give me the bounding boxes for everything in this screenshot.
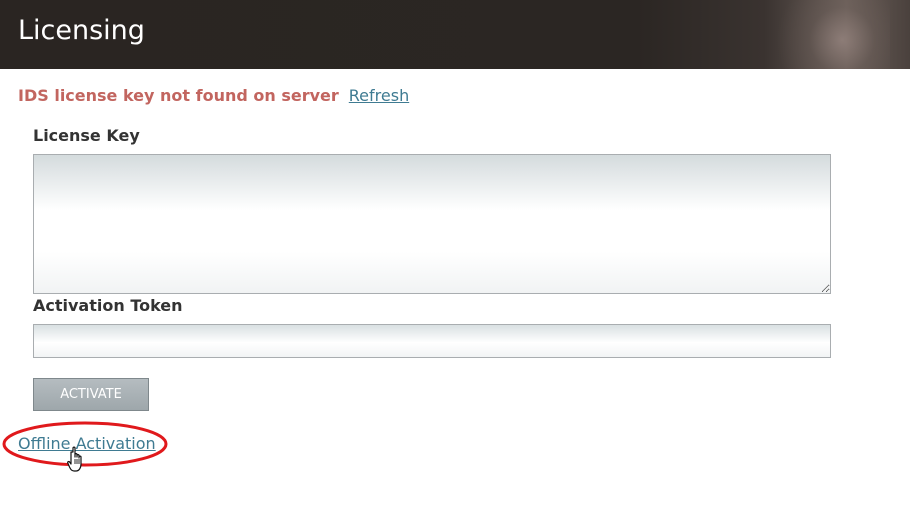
highlight-ellipse-annotation — [2, 421, 168, 467]
refresh-link[interactable]: Refresh — [349, 86, 409, 105]
page-title: Licensing — [18, 15, 145, 46]
license-key-label: License Key — [33, 126, 140, 145]
activate-button[interactable]: ACTIVATE — [33, 378, 149, 411]
page-header: Licensing — [0, 0, 910, 69]
license-notice: IDS license key not found on server Refr… — [18, 86, 409, 108]
activation-token-label: Activation Token — [33, 296, 183, 315]
hand-pointer-cursor-icon — [67, 446, 82, 472]
license-error-message: IDS license key not found on server — [18, 86, 339, 105]
license-key-textarea[interactable] — [33, 154, 831, 294]
activation-token-input[interactable] — [33, 324, 831, 358]
